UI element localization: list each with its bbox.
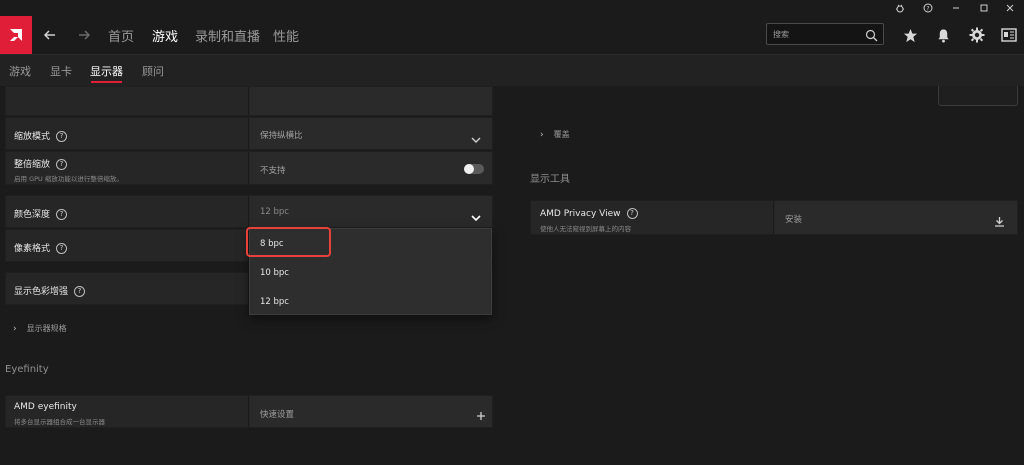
help-question-icon[interactable]: ?	[56, 131, 68, 142]
integer-scaling-description: 启用 GPU 缩放功能以进行整倍缩放。	[14, 175, 123, 183]
privacy-view-description: 使他人无法窥视到屏幕上的内容	[540, 225, 631, 233]
scaling-mode-row[interactable]: 缩放模式? 保持纵横比	[5, 117, 493, 150]
eyefinity-section-title: Eyefinity	[5, 364, 49, 375]
color-depth-row[interactable]: 颜色深度? 12 bpc	[5, 195, 493, 228]
amd-eyefinity-row[interactable]: AMD eyefinity 将多台显示器组合成一台显示器 快速设置	[5, 395, 493, 428]
help-question-icon[interactable]: ?	[56, 209, 68, 220]
overlay-label: 覆盖	[553, 130, 570, 139]
color-depth-label: 颜色深度?	[14, 207, 68, 220]
search-input[interactable]	[773, 27, 863, 41]
amd-eyefinity-label: AMD eyefinity	[14, 402, 77, 412]
minimize-icon[interactable]	[942, 0, 970, 16]
integer-scaling-row[interactable]: 整倍缩放? 启用 GPU 缩放功能以进行整倍缩放。 不支持	[5, 151, 493, 185]
display-tools-title: 显示工具	[530, 174, 570, 185]
help-question-icon[interactable]: ?	[74, 286, 86, 297]
help-question-icon[interactable]: ?	[56, 159, 68, 170]
integer-scaling-value: 不支持	[260, 166, 286, 176]
settings-gear-icon[interactable]	[966, 24, 988, 46]
forward-arrow-icon[interactable]	[72, 16, 96, 54]
chevron-down-icon[interactable]	[471, 207, 481, 226]
profile-card-icon[interactable]	[998, 24, 1020, 46]
color-depth-value: 12 bpc	[260, 207, 289, 217]
notifications-bell-icon[interactable]	[932, 24, 954, 46]
partial-control-right	[938, 86, 1018, 106]
display-specs-label: 显示器规格	[26, 324, 67, 333]
pixel-format-label: 像素格式?	[14, 241, 68, 254]
tab-performance[interactable]: 性能	[273, 16, 299, 54]
integer-scaling-label: 整倍缩放?	[14, 157, 68, 170]
download-icon[interactable]	[994, 212, 1005, 231]
highlight-box-8bpc	[246, 227, 331, 257]
subtab-graphics[interactable]: 显卡	[50, 55, 72, 87]
eyefinity-quick-setup[interactable]: 快速设置	[260, 408, 294, 420]
sub-nav-bar: 游戏 显卡 显示器 顾问	[0, 54, 1024, 86]
dropdown-option-10bpc[interactable]: 10 bpc	[250, 258, 491, 287]
tab-record-stream[interactable]: 录制和直播	[195, 16, 260, 54]
amd-logo-icon[interactable]	[0, 16, 32, 54]
overlay-expander[interactable]: › 覆盖	[540, 129, 570, 140]
favorites-star-icon[interactable]	[899, 24, 921, 46]
dropdown-option-12bpc[interactable]: 12 bpc	[250, 287, 491, 316]
partial-setting-row	[5, 86, 493, 116]
privacy-view-install[interactable]: 安装	[785, 213, 802, 225]
window-titlebar: ?	[0, 0, 1024, 16]
tab-home[interactable]: 首页	[108, 16, 134, 54]
tab-gaming[interactable]: 游戏	[152, 16, 178, 54]
svg-text:?: ?	[926, 6, 929, 13]
search-icon[interactable]	[865, 27, 878, 46]
toggle-knob	[464, 164, 474, 174]
back-arrow-icon[interactable]	[38, 16, 62, 54]
plus-icon[interactable]	[476, 406, 486, 425]
search-box[interactable]	[766, 23, 884, 45]
integer-scaling-toggle[interactable]	[464, 164, 484, 174]
amd-eyefinity-description: 将多台显示器组合成一台显示器	[14, 418, 105, 426]
help-icon[interactable]: ?	[914, 0, 942, 16]
amd-privacy-view-row[interactable]: AMD Privacy View? 使他人无法窥视到屏幕上的内容 安装	[530, 200, 1018, 235]
chevron-right-icon: ›	[540, 129, 544, 140]
maximize-icon[interactable]	[970, 0, 998, 16]
active-subtab-indicator	[91, 81, 122, 83]
display-specs-expander[interactable]: › 显示器规格	[13, 323, 67, 334]
privacy-view-label: AMD Privacy View?	[540, 208, 638, 219]
chevron-down-icon[interactable]	[471, 129, 481, 148]
help-question-icon[interactable]: ?	[626, 208, 638, 219]
subtab-advisors[interactable]: 顾问	[142, 55, 164, 87]
bug-report-icon[interactable]	[886, 0, 914, 16]
top-nav-bar: 首页 游戏 录制和直播 性能	[0, 16, 1024, 54]
chevron-right-icon: ›	[13, 323, 17, 334]
display-color-enhancement-label: 显示色彩增强?	[14, 284, 86, 297]
scaling-mode-label: 缩放模式?	[14, 129, 68, 142]
subtab-games[interactable]: 游戏	[9, 55, 31, 87]
close-icon[interactable]	[996, 0, 1024, 16]
scaling-mode-value: 保持纵横比	[260, 131, 303, 141]
help-question-icon[interactable]: ?	[56, 243, 68, 254]
